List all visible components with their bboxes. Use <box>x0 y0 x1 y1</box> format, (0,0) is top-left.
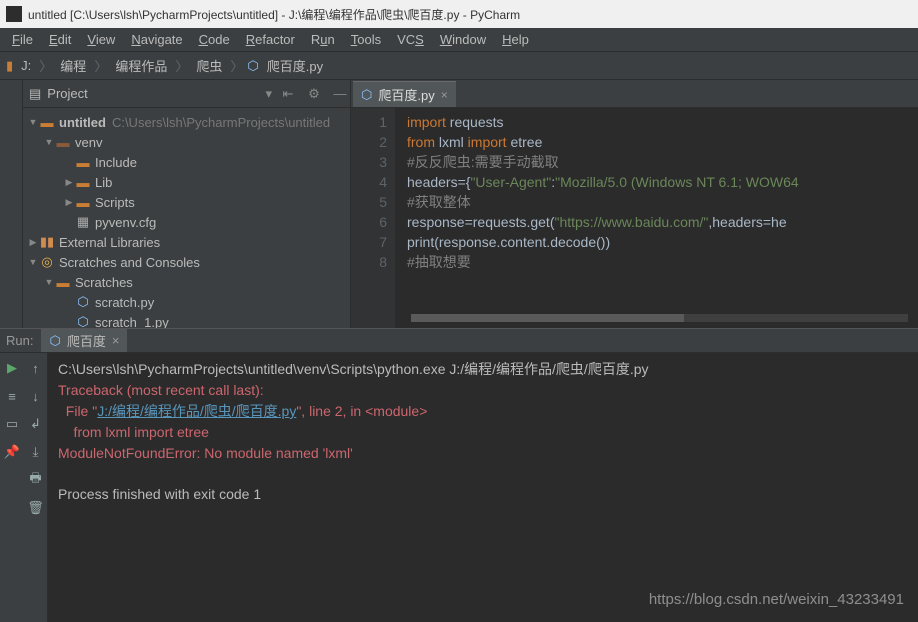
stack-icon[interactable]: ≡ <box>3 387 21 405</box>
collapse-icon[interactable]: ⇤ <box>278 86 298 102</box>
app-icon <box>6 6 22 22</box>
crumb-root[interactable]: J: <box>17 58 35 73</box>
tree-external[interactable]: ▶ ▮▮ External Libraries <box>23 232 350 252</box>
tab-file[interactable]: ⬡ 爬百度.py × <box>353 81 456 107</box>
python-file-icon: ⬡ <box>247 58 258 74</box>
menu-tools[interactable]: Tools <box>343 32 389 47</box>
pin-icon[interactable]: 📌 <box>3 443 21 461</box>
error-file-link[interactable]: J:/编程/编程作品/爬虫/爬百度.py <box>97 403 296 419</box>
code-area[interactable]: 12345678 import requests from lxml impor… <box>351 108 918 328</box>
menu-bar: File Edit View Navigate Code Refactor Ru… <box>0 28 918 52</box>
print-icon[interactable]: 🖶 <box>27 471 45 489</box>
tree-include[interactable]: ▬ Include <box>23 152 350 172</box>
folder-icon: ▬ <box>75 155 91 170</box>
breadcrumb: ▮ J: 〉 编程 〉 编程作品 〉 爬虫 〉 ⬡ 爬百度.py <box>0 52 918 80</box>
crumb-3[interactable]: 爬虫 <box>192 56 226 75</box>
menu-run[interactable]: Run <box>303 32 343 47</box>
crumb-2[interactable]: 编程作品 <box>111 56 171 75</box>
run-tab[interactable]: ⬡ 爬百度 × <box>41 329 127 352</box>
folder-icon: ▬ <box>55 135 71 150</box>
up-icon[interactable]: ↑ <box>27 359 45 377</box>
project-tree[interactable]: ▼ ▬ untitled C:\Users\lsh\PycharmProject… <box>23 108 350 328</box>
arrow-right-icon[interactable]: ▶ <box>27 237 39 248</box>
tree-pyvenv[interactable]: ▦ pyvenv.cfg <box>23 212 350 232</box>
tree-scratch1[interactable]: ⬡ scratch.py <box>23 292 350 312</box>
run-toolbar-left: ▶ ≡ ▭ 📌 <box>0 353 24 622</box>
folder-icon: ▬ <box>75 195 91 210</box>
run-tool-window: Run: ⬡ 爬百度 × ▶ ≡ ▭ 📌 ↑ ↓ ↲ ⤓ 🖶 🗑 C:\User… <box>0 328 918 622</box>
run-header: Run: ⬡ 爬百度 × <box>0 329 918 353</box>
scratches-icon: ◎ <box>39 254 55 270</box>
editor-tabs: ⬡ 爬百度.py × <box>351 80 918 108</box>
editor: ⬡ 爬百度.py × 12345678 import requests from… <box>351 80 918 328</box>
project-view-icon: ▤ <box>29 86 41 102</box>
python-file-icon: ⬡ <box>49 333 60 349</box>
chevron-right-icon: 〉 <box>230 56 243 75</box>
trash-icon[interactable]: 🗑 <box>27 499 45 517</box>
chevron-right-icon: 〉 <box>39 56 52 75</box>
watermark: https://blog.csdn.net/weixin_43233491 <box>649 591 904 608</box>
wrap-icon[interactable]: ↲ <box>27 415 45 433</box>
menu-code[interactable]: Code <box>191 32 238 47</box>
arrow-down-icon[interactable]: ▼ <box>43 137 55 147</box>
tree-scratch2[interactable]: ⬡ scratch_1.py <box>23 312 350 328</box>
window-title: untitled [C:\Users\lsh\PycharmProjects\u… <box>28 6 520 23</box>
folder-icon: ▬ <box>39 115 55 130</box>
project-title[interactable]: Project <box>47 86 259 101</box>
tree-venv[interactable]: ▼ ▬ venv <box>23 132 350 152</box>
left-gutter <box>0 80 23 328</box>
run-toolbar-left2: ↑ ↓ ↲ ⤓ 🖶 🗑 <box>24 353 48 622</box>
menu-help[interactable]: Help <box>494 32 537 47</box>
arrow-down-icon[interactable]: ▼ <box>43 277 55 287</box>
gear-icon[interactable]: ⚙ <box>304 86 324 102</box>
menu-vcs[interactable]: VCS <box>389 32 432 47</box>
line-gutter: 12345678 <box>351 108 395 328</box>
tree-lib[interactable]: ▶ ▬ Lib <box>23 172 350 192</box>
python-file-icon: ⬡ <box>361 87 372 103</box>
horizontal-scrollbar[interactable] <box>411 314 908 322</box>
arrow-right-icon[interactable]: ▶ <box>63 197 75 208</box>
arrow-right-icon[interactable]: ▶ <box>63 177 75 188</box>
scroll-end-icon[interactable]: ⤓ <box>27 443 45 461</box>
menu-file[interactable]: File <box>4 32 41 47</box>
close-icon[interactable]: × <box>112 333 120 348</box>
close-icon[interactable]: × <box>441 88 448 102</box>
libraries-icon: ▮▮ <box>39 234 55 250</box>
menu-window[interactable]: Window <box>432 32 494 47</box>
tree-scratches-root[interactable]: ▼ ◎ Scratches and Consoles <box>23 252 350 272</box>
folder-icon: ▬ <box>75 175 91 190</box>
crumb-1[interactable]: 编程 <box>56 56 90 75</box>
menu-navigate[interactable]: Navigate <box>123 32 190 47</box>
menu-view[interactable]: View <box>79 32 123 47</box>
arrow-down-icon[interactable]: ▼ <box>27 257 39 267</box>
tree-root[interactable]: ▼ ▬ untitled C:\Users\lsh\PycharmProject… <box>23 112 350 132</box>
chevron-right-icon: 〉 <box>175 56 188 75</box>
folder-icon: ▮ <box>6 58 13 74</box>
project-header: ▤ Project ▾ ⇤ ⚙ — <box>23 80 350 108</box>
console-output[interactable]: C:\Users\lsh\PycharmProjects\untitled\ve… <box>48 353 918 622</box>
chevron-down-icon[interactable]: ▾ <box>265 86 272 102</box>
arrow-down-icon[interactable]: ▼ <box>27 117 39 127</box>
scrollbar-thumb[interactable] <box>411 314 684 322</box>
folder-icon: ▬ <box>55 275 71 290</box>
rerun-icon[interactable]: ▶ <box>3 359 21 377</box>
python-file-icon: ⬡ <box>75 294 91 310</box>
chevron-right-icon: 〉 <box>94 56 107 75</box>
down-icon[interactable]: ↓ <box>27 387 45 405</box>
hide-icon[interactable]: — <box>330 86 350 101</box>
python-file-icon: ⬡ <box>75 314 91 328</box>
code-text[interactable]: import requests from lxml import etree #… <box>395 108 918 328</box>
file-icon: ▦ <box>75 214 91 230</box>
layout-icon[interactable]: ▭ <box>3 415 21 433</box>
run-label: Run: <box>6 333 33 348</box>
menu-refactor[interactable]: Refactor <box>238 32 303 47</box>
menu-edit[interactable]: Edit <box>41 32 79 47</box>
tree-scratches[interactable]: ▼ ▬ Scratches <box>23 272 350 292</box>
project-tool-window: ▤ Project ▾ ⇤ ⚙ — ▼ ▬ untitled C:\Users\… <box>23 80 351 328</box>
window-titlebar: untitled [C:\Users\lsh\PycharmProjects\u… <box>0 0 918 28</box>
crumb-file[interactable]: 爬百度.py <box>263 56 327 75</box>
tree-scripts[interactable]: ▶ ▬ Scripts <box>23 192 350 212</box>
